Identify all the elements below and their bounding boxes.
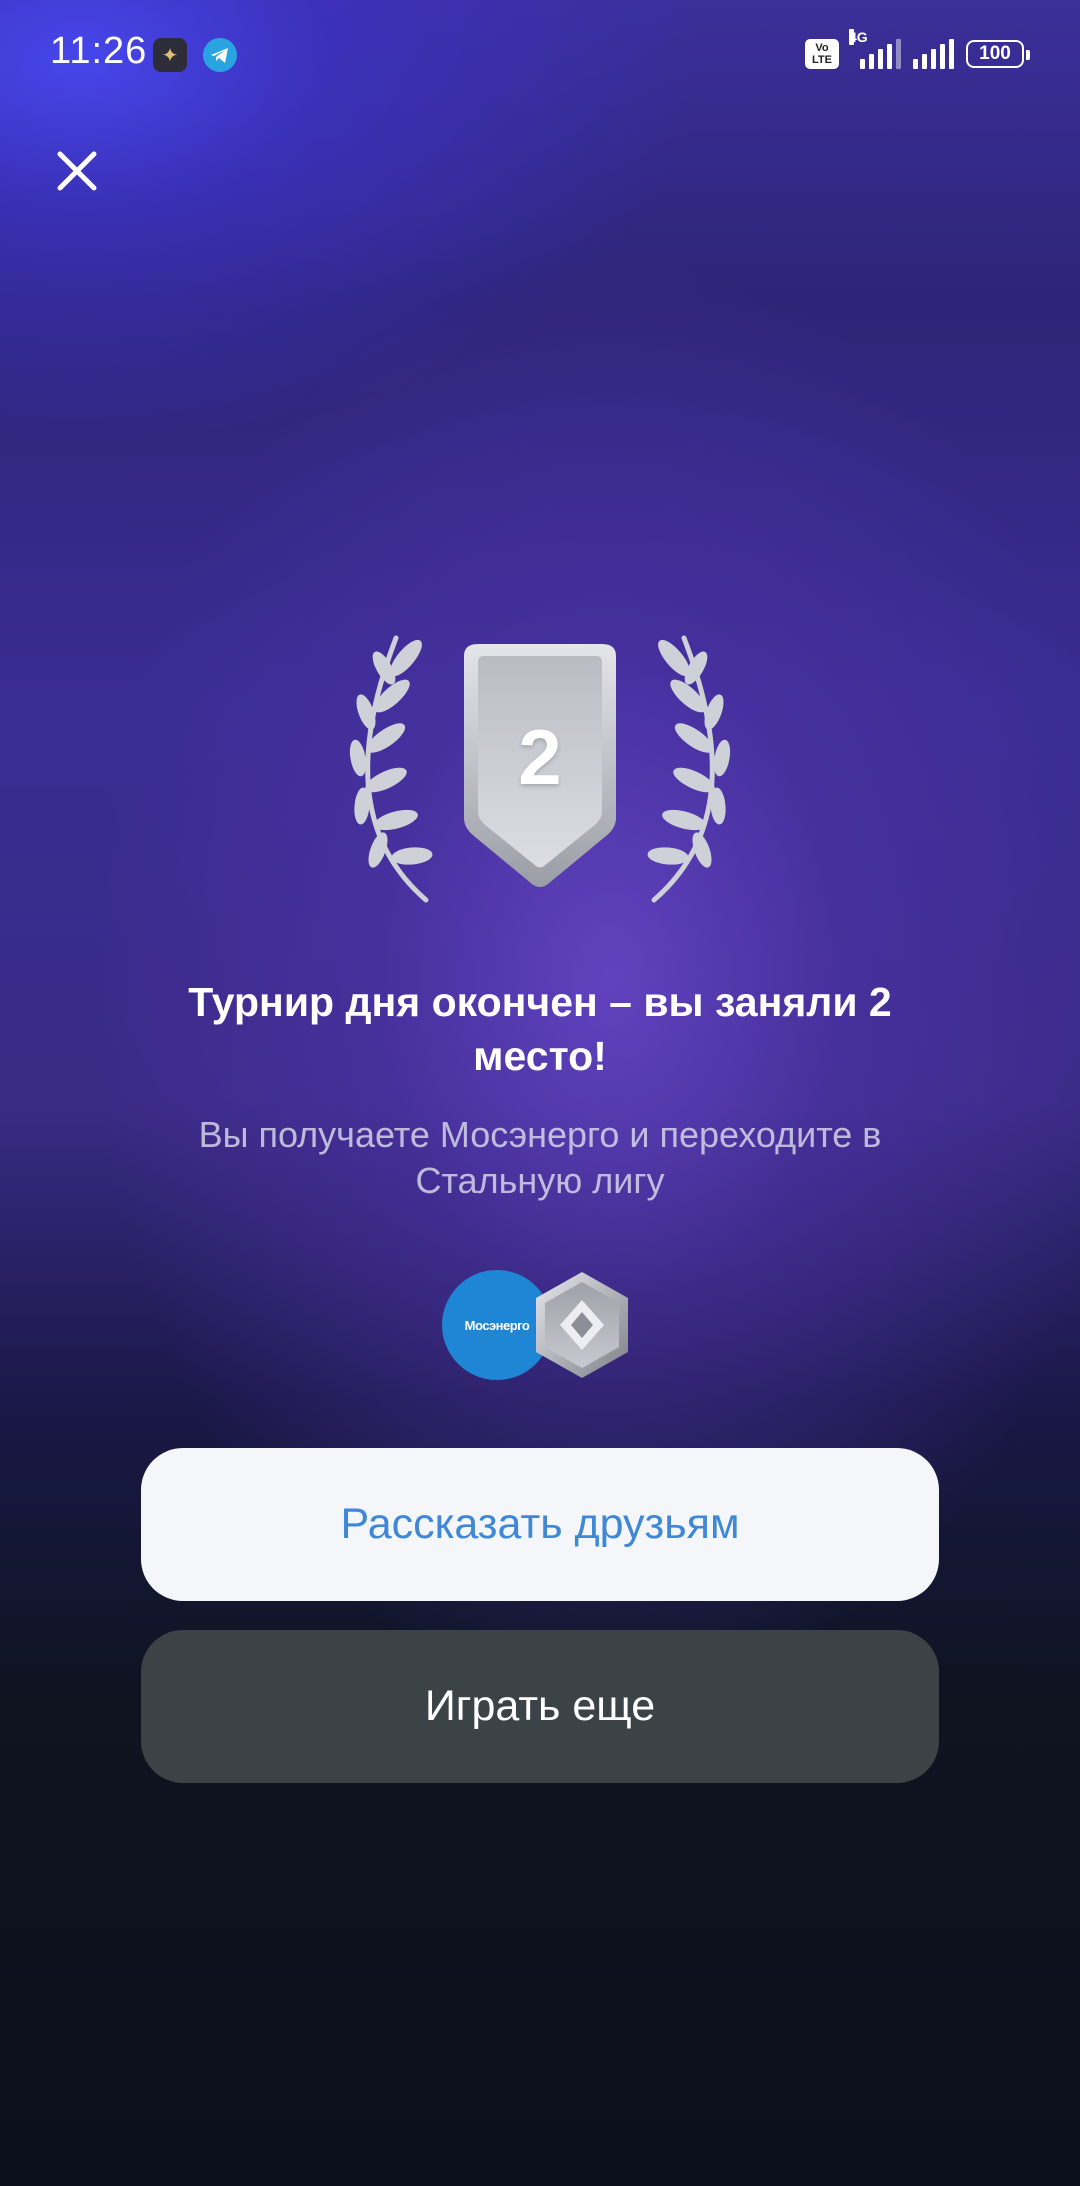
status-indicators: Vo LTE 4G 100 [805,29,1030,74]
left-laurel-icon [349,635,433,903]
app-notification-icon: ✦ [153,38,187,72]
right-laurel-icon [647,635,731,903]
volte-top-label: Vo [815,42,829,54]
result-title: Турнир дня окончен – вы заняли 2 место! [188,979,892,1079]
signal-icon: 4G [849,29,901,69]
status-time: 11:26 [50,30,148,72]
place-number: 2 [518,713,562,801]
battery-level: 100 [979,43,1011,64]
status-bar: 11:26 ✦ Vo LTE 4G 100 [0,0,1080,110]
close-icon [57,151,97,191]
network-type: 4G [849,29,868,45]
battery-icon: 100 [966,40,1030,68]
share-with-friends-button[interactable]: Рассказать друзьям [141,1448,939,1601]
play-again-button[interactable]: Играть еще [141,1630,939,1783]
signal-icon [913,39,954,69]
company-logo-text: Мосэнерго [464,1317,530,1333]
close-button[interactable] [46,140,108,202]
result-subtitle: Вы получаете Мосэнерго и переходите в Ст… [198,1114,882,1201]
rewards-group: Мосэнерго [442,1270,642,1380]
volte-icon: Vo LTE [805,39,839,69]
volte-bottom-label: LTE [812,54,832,66]
steel-league-icon [532,1270,632,1380]
telegram-icon [203,38,237,72]
